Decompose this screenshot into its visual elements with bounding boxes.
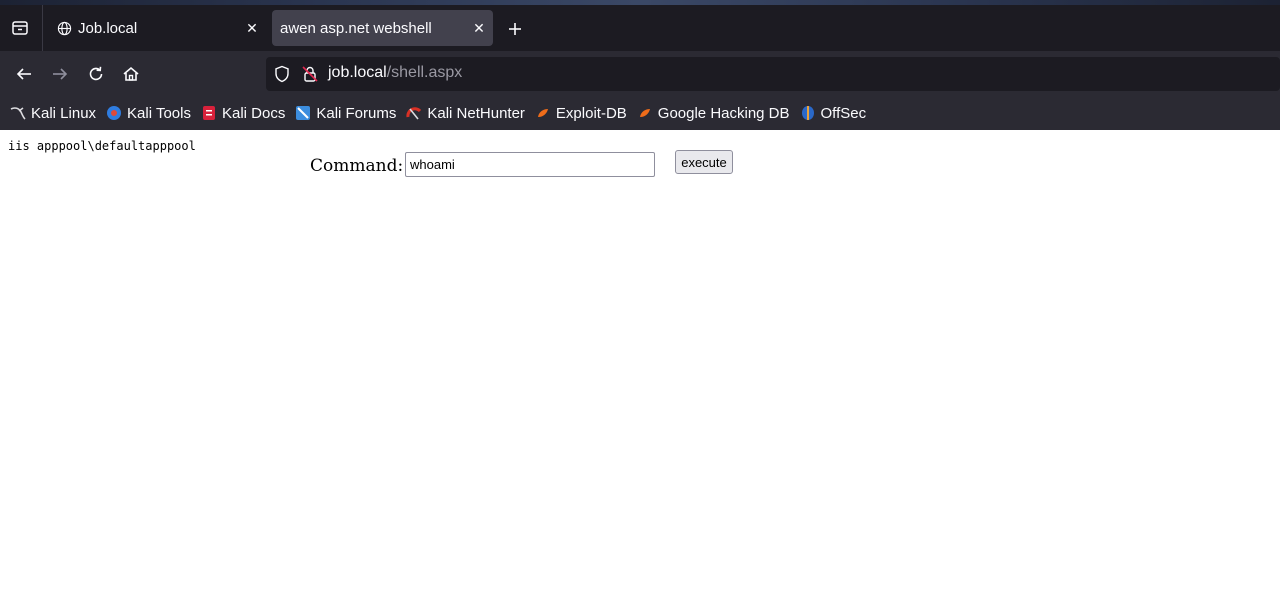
reload-icon: [89, 66, 103, 81]
back-button[interactable]: [11, 61, 37, 87]
bookmark-offsec[interactable]: OffSec: [800, 104, 867, 122]
globe-icon: [56, 20, 72, 36]
close-tab-icon[interactable]: ✕: [469, 18, 489, 38]
reload-button[interactable]: [83, 61, 109, 87]
bookmark-google-hacking-db[interactable]: Google Hacking DB: [637, 105, 790, 122]
bookmark-label: Google Hacking DB: [657, 104, 790, 122]
insecure-lock-icon[interactable]: [302, 65, 318, 88]
bookmark-label: Kali Forums: [316, 104, 397, 122]
url-path: /shell.aspx: [386, 64, 463, 81]
url-text[interactable]: job.local/shell.aspx: [328, 64, 462, 82]
page-content: iis apppool\defaultapppool Command: exec…: [0, 130, 1280, 611]
tab-list-icon: [12, 21, 28, 35]
tab-list-button[interactable]: [8, 16, 32, 40]
offsec-icon: [800, 105, 816, 121]
home-icon: [123, 66, 139, 81]
kali-tools-icon: [106, 105, 122, 121]
bookmark-label: Kali Linux: [31, 104, 97, 122]
kali-nethunter-icon: [406, 105, 422, 121]
bookmark-label: Kali Tools: [127, 104, 191, 122]
bookmark-kali-forums[interactable]: Kali Forums: [295, 105, 396, 122]
tab-separator: [42, 5, 43, 51]
execute-button[interactable]: execute: [675, 150, 733, 174]
kali-forums-icon: [295, 105, 311, 121]
bookmark-kali-linux[interactable]: Kali Linux: [10, 105, 96, 122]
arrow-left-icon: [16, 68, 31, 80]
bookmark-kali-tools[interactable]: Kali Tools: [106, 105, 191, 122]
plus-icon: [509, 23, 521, 35]
bookmark-label: Exploit-DB: [555, 104, 627, 122]
bookmark-label: Kali Docs: [221, 104, 286, 122]
ghdb-icon: [637, 105, 653, 121]
bookmark-kali-docs[interactable]: Kali Docs: [201, 105, 285, 122]
bookmarks-toolbar: Kali Linux Kali Tools Kali Docs Kali For…: [0, 96, 1280, 130]
close-tab-icon[interactable]: ✕: [242, 18, 262, 38]
kali-dragon-icon: [10, 105, 26, 121]
tab-title: Job.local: [78, 19, 138, 37]
url-bar[interactable]: job.local/shell.aspx: [266, 57, 1280, 91]
command-output: iis apppool\defaultapppool: [8, 139, 196, 153]
bookmark-exploit-db[interactable]: Exploit-DB: [535, 105, 627, 122]
tracking-protection-shield-icon[interactable]: [274, 65, 290, 88]
new-tab-button[interactable]: [503, 17, 527, 41]
tab-webshell[interactable]: awen asp.net webshell ✕: [272, 10, 493, 46]
kali-docs-icon: [201, 105, 217, 121]
url-host: job.local: [328, 64, 387, 81]
bookmark-label: Kali NetHunter: [427, 104, 525, 122]
home-button[interactable]: [118, 61, 144, 87]
command-input[interactable]: [405, 152, 655, 177]
tab-bar: Job.local ✕ awen asp.net webshell ✕: [0, 5, 1280, 51]
bookmark-kali-nethunter[interactable]: Kali NetHunter: [406, 105, 525, 122]
tab-job-local[interactable]: Job.local ✕: [48, 10, 266, 46]
exploit-db-icon: [535, 105, 551, 121]
navigation-toolbar: job.local/shell.aspx: [0, 51, 1280, 96]
forward-button[interactable]: [47, 61, 73, 87]
arrow-right-icon: [53, 68, 68, 80]
bookmark-label: OffSec: [820, 104, 867, 122]
tab-title: awen asp.net webshell: [280, 19, 432, 37]
command-label: Command:: [310, 156, 404, 176]
